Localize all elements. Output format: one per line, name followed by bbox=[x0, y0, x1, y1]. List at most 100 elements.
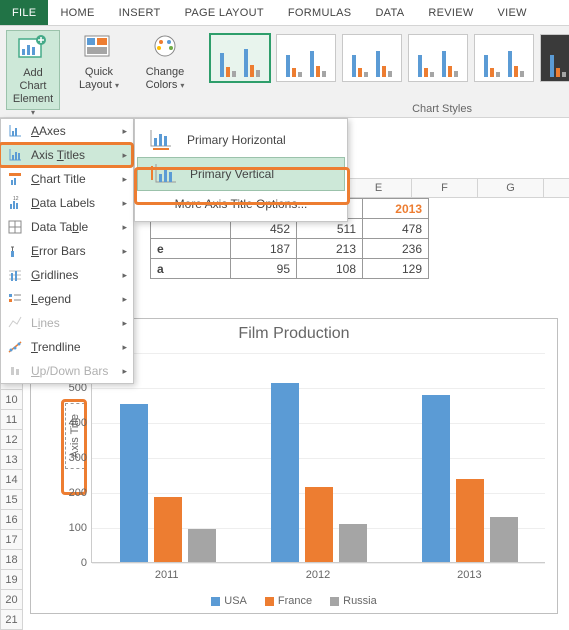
plot-area[interactable] bbox=[91, 353, 545, 563]
menubar: FILE HOME INSERT PAGE LAYOUT FORMULAS DA… bbox=[0, 0, 569, 26]
menu-axes[interactable]: AAxes▸ bbox=[1, 119, 133, 143]
row-header[interactable]: 10 bbox=[0, 390, 23, 410]
view-tab[interactable]: VIEW bbox=[486, 0, 539, 25]
menu-chart-title[interactable]: Chart Title▸ bbox=[1, 167, 133, 191]
bar[interactable] bbox=[456, 479, 484, 562]
page-layout-tab[interactable]: PAGE LAYOUT bbox=[173, 0, 276, 25]
cell[interactable]: 108 bbox=[297, 259, 363, 279]
y-tick-label: 300 bbox=[61, 452, 87, 464]
y-tick-label: 100 bbox=[61, 522, 87, 534]
cell[interactable]: a bbox=[151, 259, 231, 279]
legend-item[interactable]: Russia bbox=[330, 595, 377, 607]
legend-item[interactable]: France bbox=[265, 595, 312, 607]
cell[interactable]: 213 bbox=[297, 239, 363, 259]
updown-bars-icon bbox=[7, 363, 23, 379]
row-header[interactable]: 14 bbox=[0, 470, 23, 490]
change-colors-icon bbox=[149, 32, 181, 64]
primary-vertical-icon bbox=[150, 162, 178, 186]
cell[interactable]: 187 bbox=[231, 239, 297, 259]
chart-style-1[interactable] bbox=[210, 34, 270, 82]
cell[interactable]: 478 bbox=[363, 219, 429, 239]
legend-item[interactable]: USA bbox=[211, 595, 247, 607]
y-tick-label: 200 bbox=[61, 487, 87, 499]
row-header[interactable]: 13 bbox=[0, 450, 23, 470]
file-tab[interactable]: FILE bbox=[0, 0, 48, 25]
chart-legend[interactable]: USA France Russia bbox=[31, 595, 557, 607]
menu-updown-bars: Up/Down Bars▸ bbox=[1, 359, 133, 383]
menu-error-bars[interactable]: Error Bars▸ bbox=[1, 239, 133, 263]
quick-layout-label: Quick Layout ▾ bbox=[79, 66, 119, 92]
menu-trendline[interactable]: Trendline▸ bbox=[1, 335, 133, 359]
data-table-icon bbox=[7, 219, 23, 235]
row-header[interactable]: 17 bbox=[0, 530, 23, 550]
error-bars-icon bbox=[7, 243, 23, 259]
row-header[interactable]: 19 bbox=[0, 570, 23, 590]
row-header[interactable]: 12 bbox=[0, 430, 23, 450]
cell[interactable]: 129 bbox=[363, 259, 429, 279]
chart-style-6[interactable] bbox=[540, 34, 569, 82]
add-chart-element-label: Add Chart Element ▾ bbox=[11, 67, 55, 119]
submenu-primary-horizontal[interactable]: Primary Horizontal bbox=[135, 123, 347, 157]
home-tab[interactable]: HOME bbox=[48, 0, 106, 25]
row-header[interactable]: 15 bbox=[0, 490, 23, 510]
primary-horizontal-icon bbox=[147, 128, 175, 152]
menu-data-labels[interactable]: 12Data Labels▸ bbox=[1, 191, 133, 215]
menu-data-table[interactable]: Data Table▸ bbox=[1, 215, 133, 239]
col-header-e[interactable]: E bbox=[346, 178, 412, 198]
menu-legend[interactable]: Legend▸ bbox=[1, 287, 133, 311]
lines-icon bbox=[7, 315, 23, 331]
bar[interactable] bbox=[120, 404, 148, 562]
x-tick-label: 2011 bbox=[155, 569, 179, 581]
cell[interactable]: 95 bbox=[231, 259, 297, 279]
bar[interactable] bbox=[188, 529, 216, 562]
row-header[interactable]: 11 bbox=[0, 410, 23, 430]
bar[interactable] bbox=[154, 497, 182, 562]
bar[interactable] bbox=[305, 487, 333, 562]
change-colors-label: Change Colors ▾ bbox=[146, 66, 185, 92]
insert-tab[interactable]: INSERT bbox=[107, 0, 173, 25]
svg-text:12: 12 bbox=[13, 196, 19, 202]
col-header-g[interactable]: G bbox=[478, 178, 544, 198]
chart-styles-group-label: Chart Styles bbox=[412, 103, 472, 115]
col-header-h[interactable]: H bbox=[544, 178, 569, 198]
bar[interactable] bbox=[271, 383, 299, 562]
trendline-icon bbox=[7, 339, 23, 355]
bar[interactable] bbox=[422, 395, 450, 562]
menu-gridlines[interactable]: Gridlines▸ bbox=[1, 263, 133, 287]
axis-titles-submenu: Primary Horizontal Primary Vertical More… bbox=[134, 118, 348, 222]
submenu-primary-vertical[interactable]: Primary Vertical bbox=[137, 157, 345, 191]
ribbon: Add Chart Element ▾ Quick Layout ▾ Chang… bbox=[0, 26, 569, 118]
chart-style-3[interactable] bbox=[342, 34, 402, 82]
axes-icon bbox=[7, 123, 23, 139]
row-header[interactable]: 21 bbox=[0, 610, 23, 630]
row-header[interactable]: 18 bbox=[0, 550, 23, 570]
chevron-down-icon: ▾ bbox=[180, 81, 184, 90]
formulas-tab[interactable]: FORMULAS bbox=[276, 0, 364, 25]
cell[interactable]: 236 bbox=[363, 239, 429, 259]
review-tab[interactable]: REVIEW bbox=[416, 0, 485, 25]
add-chart-element-button[interactable]: Add Chart Element ▾ bbox=[6, 30, 60, 110]
chart-style-4[interactable] bbox=[408, 34, 468, 82]
cell[interactable]: e bbox=[151, 239, 231, 259]
row-header[interactable]: 20 bbox=[0, 590, 23, 610]
axis-titles-icon bbox=[7, 147, 23, 163]
col-header-f[interactable]: F bbox=[412, 178, 478, 198]
quick-layout-button[interactable]: Quick Layout ▾ bbox=[72, 30, 126, 110]
chart-title-icon bbox=[7, 171, 23, 187]
bar[interactable] bbox=[339, 524, 367, 562]
chevron-down-icon: ▾ bbox=[115, 81, 119, 90]
x-tick-label: 2012 bbox=[306, 569, 330, 581]
submenu-more-options[interactable]: More Axis Title Options... bbox=[135, 191, 347, 217]
add-chart-element-menu: AAxes▸ Axis Titles▸ Chart Title▸ 12Data … bbox=[0, 118, 134, 384]
chart-style-5[interactable] bbox=[474, 34, 534, 82]
data-tab[interactable]: DATA bbox=[363, 0, 416, 25]
chart-style-gallery bbox=[204, 30, 569, 82]
change-colors-button[interactable]: Change Colors ▾ bbox=[138, 30, 192, 110]
cell[interactable]: 2013 bbox=[363, 199, 429, 219]
x-tick-label: 2013 bbox=[457, 569, 481, 581]
y-tick-label: 0 bbox=[61, 557, 87, 569]
bar[interactable] bbox=[490, 517, 518, 562]
row-header[interactable]: 16 bbox=[0, 510, 23, 530]
menu-axis-titles[interactable]: Axis Titles▸ bbox=[1, 143, 133, 167]
chart-style-2[interactable] bbox=[276, 34, 336, 82]
